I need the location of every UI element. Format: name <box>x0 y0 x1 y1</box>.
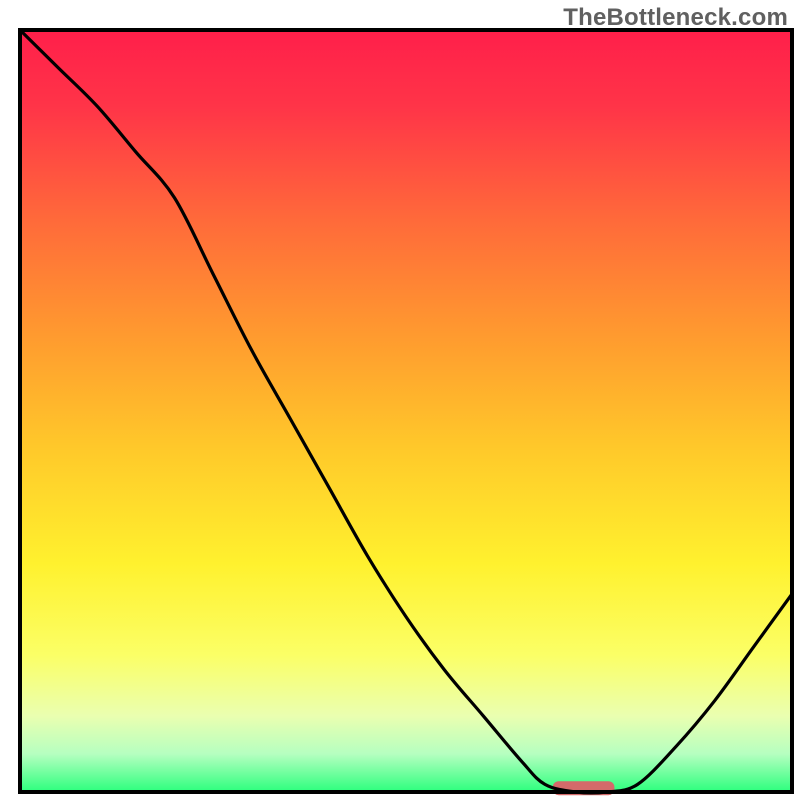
chart-stage: TheBottleneck.com <box>0 0 800 800</box>
chart-background <box>20 30 792 792</box>
bottleneck-chart <box>0 0 800 800</box>
watermark-text: TheBottleneck.com <box>563 4 788 32</box>
